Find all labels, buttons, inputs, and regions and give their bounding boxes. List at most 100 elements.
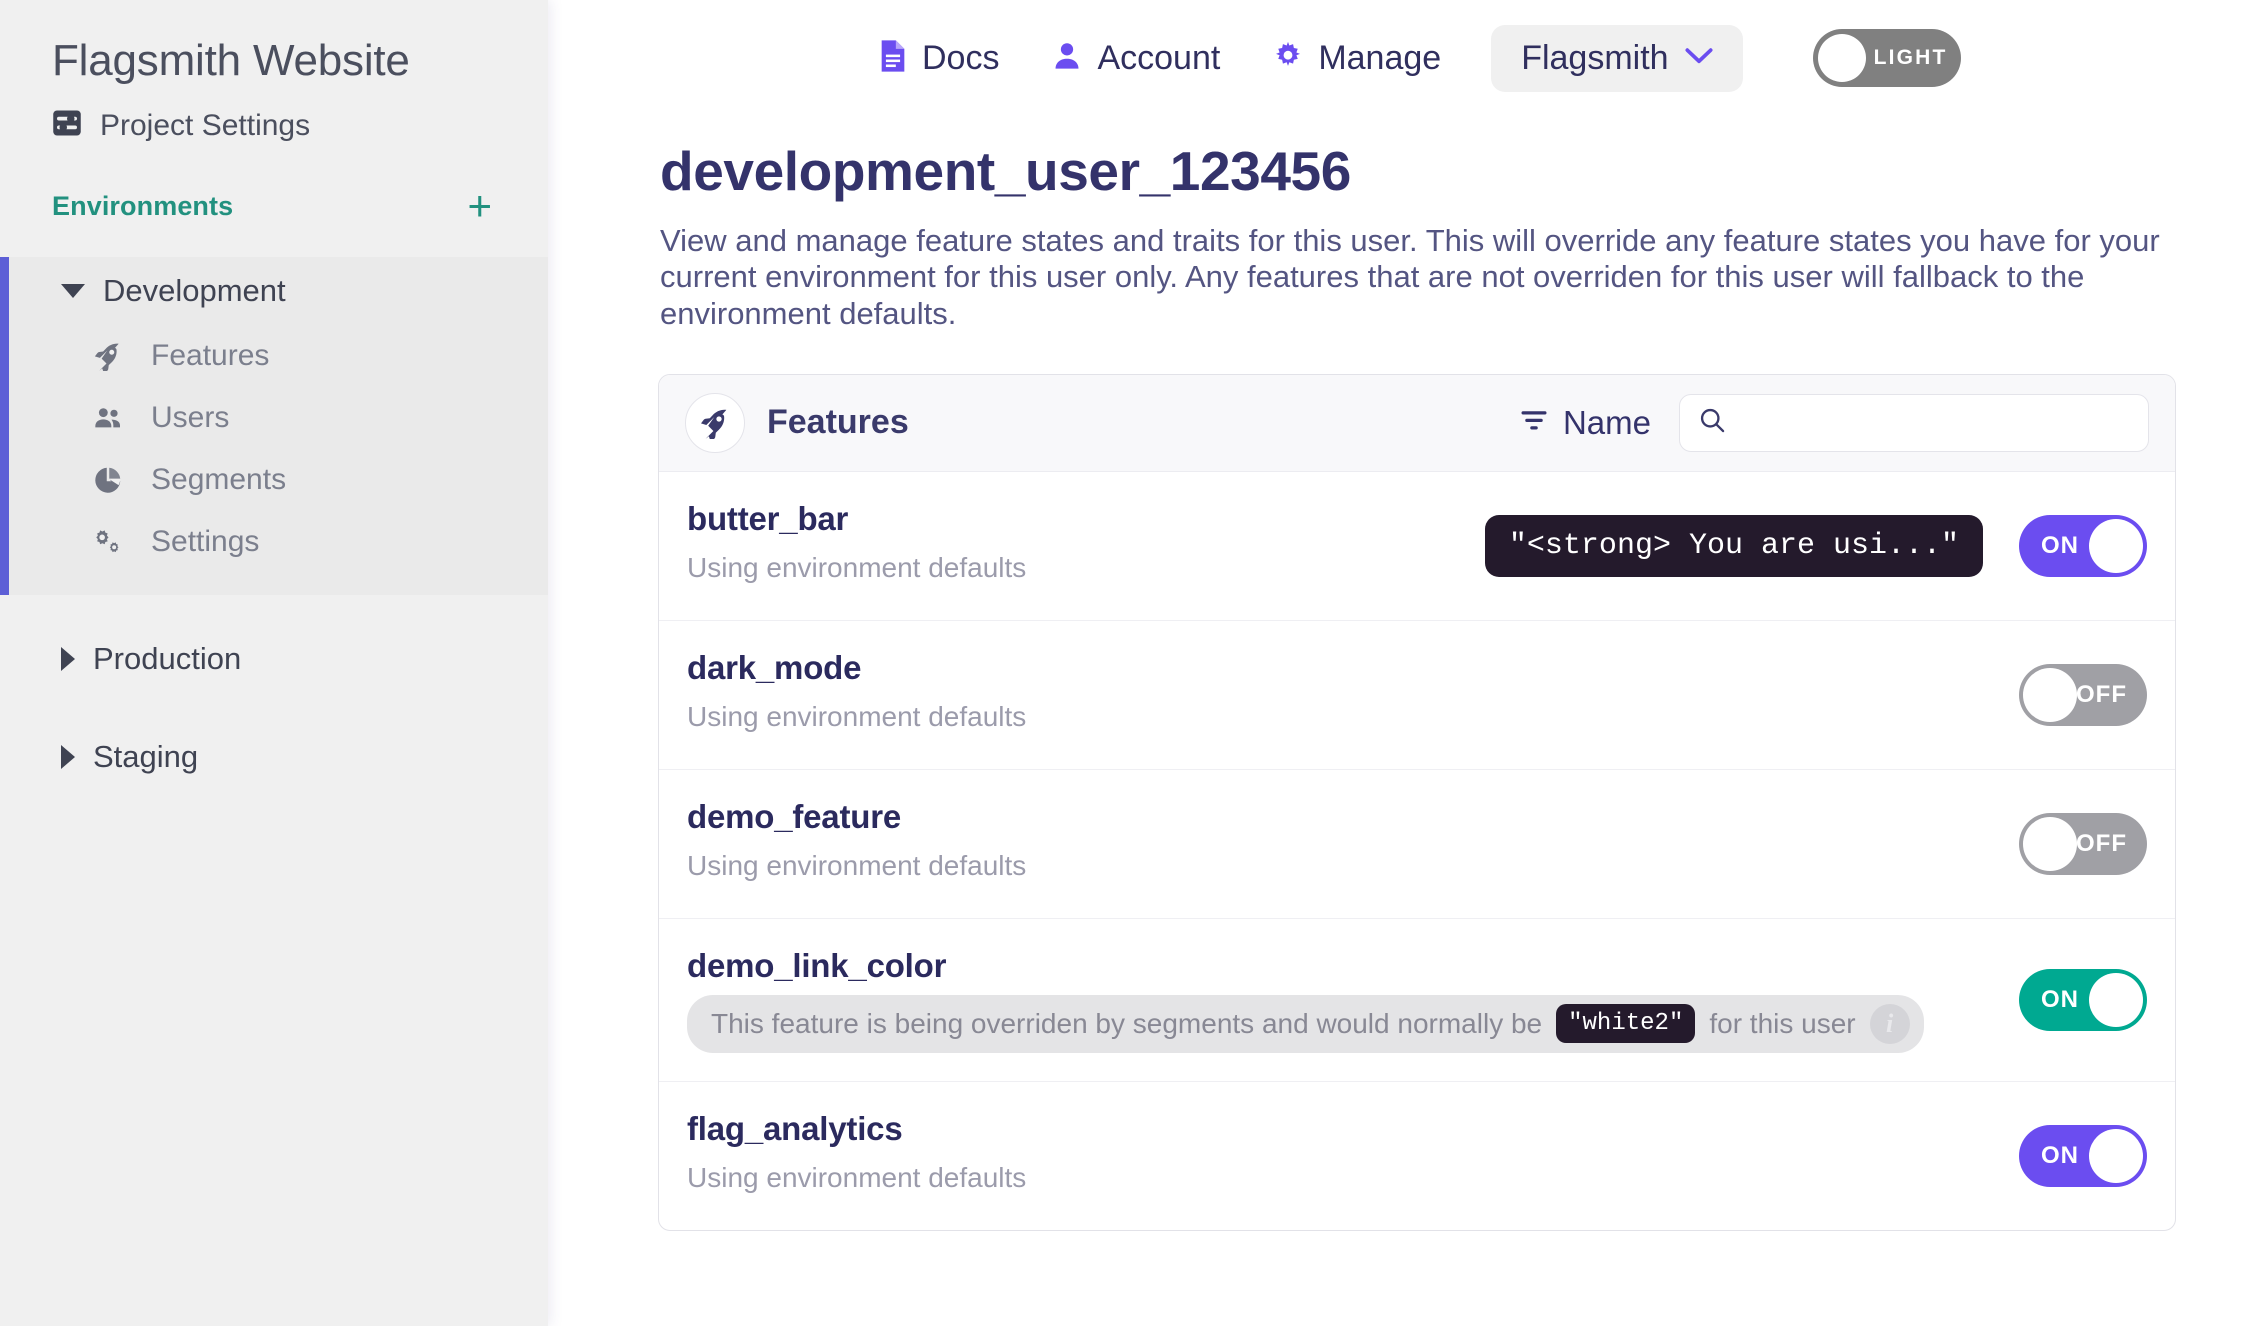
table-row[interactable]: demo_feature Using environment defaults … [659, 770, 2175, 919]
table-row[interactable]: demo_link_color This feature is being ov… [659, 919, 2175, 1082]
override-value-badge: "white2" [1556, 1004, 1696, 1044]
nav-link-manage[interactable]: Manage [1272, 39, 1441, 78]
table-row[interactable]: butter_bar Using environment defaults "<… [659, 472, 2175, 621]
page-description: View and manage feature states and trait… [660, 223, 2160, 331]
toggle-knob [2089, 518, 2143, 573]
feature-name: butter_bar [687, 499, 849, 537]
sidebar-item-label: Settings [151, 525, 260, 559]
search-box[interactable] [1679, 393, 2149, 452]
nav-link-account[interactable]: Account [1051, 39, 1220, 78]
gear-icon [1272, 39, 1304, 78]
filter-sort-icon [1519, 406, 1549, 439]
segment-override-notice: This feature is being overriden by segme… [687, 994, 1924, 1053]
features-panel-title: Features [767, 403, 909, 442]
feature-info: flag_analytics Using environment default… [687, 1110, 2019, 1194]
sidebar-item-label: Users [151, 401, 230, 435]
env-name: Staging [93, 739, 199, 775]
toggle-label: OFF [2076, 829, 2127, 857]
people-icon [91, 402, 125, 434]
sidebar-item-project-settings[interactable]: Project Settings [0, 86, 548, 143]
chevron-down-icon [1685, 47, 1713, 70]
feature-info: demo_feature Using environment defaults [687, 798, 2019, 882]
override-text-before: This feature is being overriden by segme… [711, 1007, 1543, 1039]
caret-down-icon [61, 284, 85, 299]
organisation-selector[interactable]: Flagsmith [1491, 24, 1743, 92]
env-toggle-staging[interactable]: Staging [9, 723, 548, 791]
nav-link-label: Manage [1318, 38, 1442, 77]
sidebar-item-label: Segments [151, 463, 287, 497]
env-group-staging: Staging [0, 723, 548, 791]
feature-info: butter_bar Using environment defaults [687, 500, 1485, 584]
sidebar-item-features[interactable]: Features [9, 325, 548, 387]
sidebar-item-settings[interactable]: Settings [9, 511, 548, 573]
toggle-label: ON [2041, 531, 2079, 559]
sidebar-item-label: Project Settings [100, 108, 311, 142]
env-toggle-development[interactable]: Development [9, 257, 548, 325]
feature-toggle[interactable]: ON [2019, 968, 2147, 1031]
nav-link-docs[interactable]: Docs [878, 39, 999, 78]
toggle-label: ON [2041, 985, 2079, 1013]
feature-name: demo_feature [687, 797, 902, 835]
sidebar-item-users[interactable]: Users [9, 387, 548, 449]
toggle-label: OFF [2076, 680, 2127, 708]
env-name: Production [93, 641, 242, 677]
theme-toggle[interactable]: LIGHT [1812, 29, 1961, 87]
sidebar-item-label: Features [151, 339, 270, 373]
toggle-knob [2023, 667, 2077, 722]
feature-toggle[interactable]: OFF [2019, 663, 2147, 726]
caret-right-icon [61, 745, 75, 770]
person-icon [1051, 39, 1083, 78]
sort-by-name-button[interactable]: Name [1519, 404, 1651, 442]
theme-toggle-label: LIGHT [1873, 46, 1948, 69]
environments-label: Environments [52, 190, 234, 221]
info-icon[interactable]: i [1869, 1003, 1910, 1044]
features-panel: Features Name butter_bar Using environme… [658, 373, 2176, 1231]
environments-header: Environments + [0, 143, 548, 227]
rocket-icon [685, 392, 745, 453]
env-toggle-production[interactable]: Production [9, 625, 548, 693]
sort-label: Name [1562, 403, 1651, 441]
pie-chart-icon [91, 465, 125, 495]
project-title: Flagsmith Website [52, 36, 410, 85]
env-name: Development [103, 273, 286, 309]
caret-right-icon [61, 647, 75, 672]
main-content: development_user_123456 View and manage … [548, 116, 2266, 1326]
search-input[interactable] [1738, 406, 2130, 440]
nav-link-label: Docs [922, 38, 1000, 77]
feature-toggle[interactable]: OFF [2019, 812, 2147, 875]
toggle-knob [2023, 816, 2077, 871]
feature-name: demo_link_color [687, 946, 947, 984]
table-row[interactable]: flag_analytics Using environment default… [659, 1082, 2175, 1230]
feature-value-badge: "<strong> You are usi..." [1484, 514, 1983, 577]
env-group-production: Production [0, 625, 548, 693]
page-title: development_user_123456 [660, 140, 1351, 202]
override-text-after: for this user [1709, 1007, 1856, 1039]
feature-toggle[interactable]: ON [2019, 1124, 2147, 1187]
top-navigation-bar: Docs Account Manage Flagsmith LIGHT [548, 0, 2266, 116]
sliders-icon [52, 108, 82, 143]
feature-info: dark_mode Using environment defaults [687, 649, 2019, 733]
document-icon [878, 39, 908, 78]
sidebar-item-segments[interactable]: Segments [9, 449, 548, 511]
features-panel-header: Features Name [659, 374, 2175, 472]
feature-name: flag_analytics [687, 1109, 903, 1147]
feature-toggle[interactable]: ON [2019, 514, 2147, 577]
plus-icon[interactable]: + [467, 185, 496, 227]
nav-links: Docs Account Manage [878, 39, 1441, 78]
env-group-development: Development Features Users Segments Sett… [0, 257, 548, 596]
toggle-knob [2089, 972, 2143, 1027]
env-children-development: Features Users Segments Settings [9, 325, 548, 595]
feature-subtitle: Using environment defaults [687, 849, 1027, 881]
rocket-icon [91, 341, 125, 372]
feature-name: dark_mode [687, 648, 862, 686]
feature-info: demo_link_color This feature is being ov… [687, 947, 2019, 1053]
feature-subtitle: Using environment defaults [687, 551, 1027, 583]
table-row[interactable]: dark_mode Using environment defaults OFF [659, 621, 2175, 770]
nav-link-label: Account [1097, 38, 1221, 77]
toggle-label: ON [2041, 1141, 2079, 1169]
feature-subtitle: Using environment defaults [687, 700, 1027, 732]
gears-icon [91, 526, 125, 558]
organisation-name: Flagsmith [1521, 38, 1669, 77]
feature-subtitle: Using environment defaults [687, 1161, 1027, 1193]
sidebar: Flagsmith Website Project Settings Envir… [0, 0, 548, 1326]
